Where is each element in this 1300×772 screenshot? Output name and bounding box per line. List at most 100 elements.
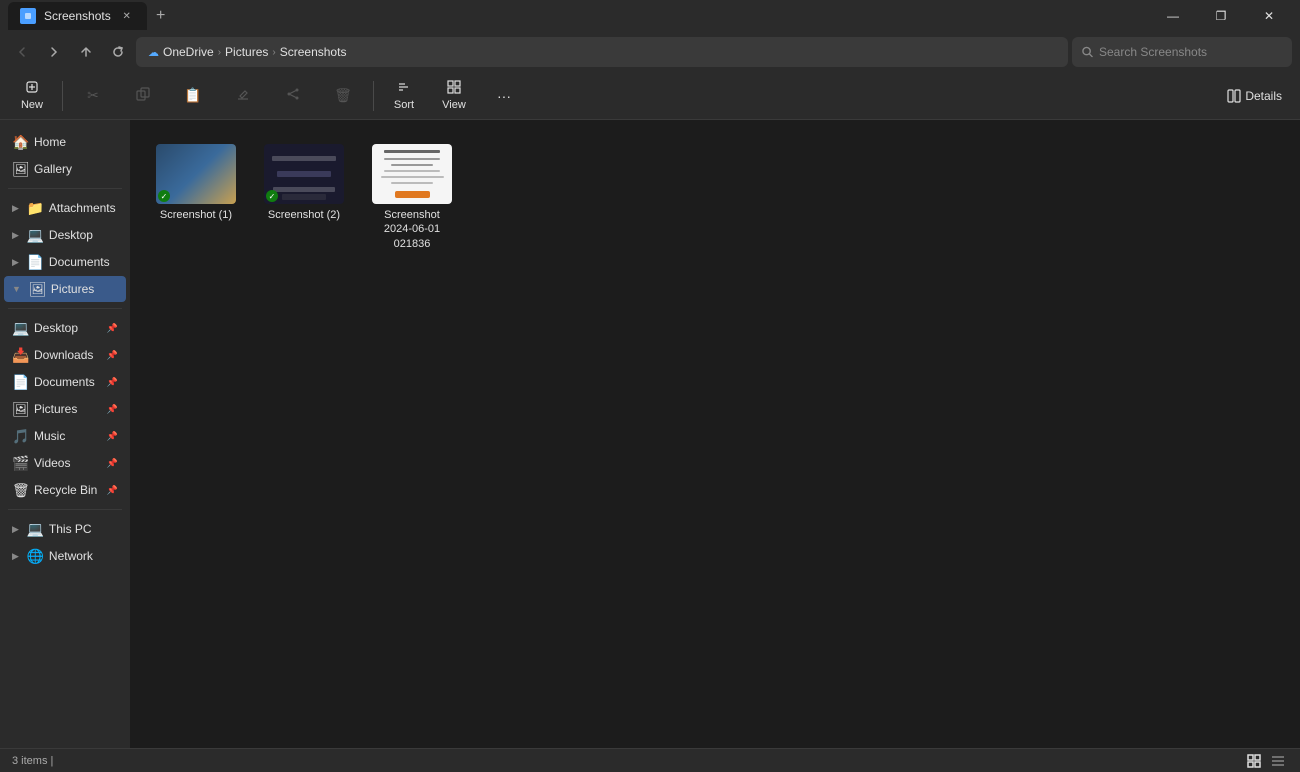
pin-icon: 📌: [107, 485, 118, 496]
desktop-icon: 💻: [12, 320, 28, 337]
copy-icon: [136, 87, 150, 104]
file-thumbnail-2: ✓: [264, 144, 344, 204]
file-item-screenshot1[interactable]: ✓ Screenshot (1): [146, 136, 246, 259]
active-tab[interactable]: Screenshots ✕: [8, 2, 147, 30]
sort-button[interactable]: Sort: [380, 76, 428, 116]
sidebar-label-recycle: Recycle Bin: [34, 483, 97, 497]
sidebar-item-attachments[interactable]: ▶ 📁 Attachments: [4, 195, 126, 221]
item-count-text: 3 items: [12, 755, 47, 767]
refresh-button[interactable]: [104, 38, 132, 66]
new-tab-button[interactable]: +: [147, 2, 175, 30]
sort-icon: [397, 80, 411, 97]
address-bar: ☁ OneDrive › Pictures › Screenshots: [0, 32, 1300, 72]
expand-icon: ▶: [12, 551, 19, 562]
sidebar-item-desktop[interactable]: 💻 Desktop 📌: [4, 315, 126, 341]
pictures-icon: 🖼: [12, 401, 28, 418]
maximize-button[interactable]: ❐: [1198, 0, 1244, 32]
desktop-fav-icon: 💻: [27, 227, 43, 244]
details-button[interactable]: Details: [1217, 78, 1292, 114]
pin-icon: 📌: [107, 404, 118, 415]
sort-label: Sort: [394, 99, 414, 111]
sidebar-item-videos[interactable]: 🎬 Videos 📌: [4, 450, 126, 476]
minimize-button[interactable]: —: [1150, 0, 1196, 32]
sidebar-label-documents-fav: Documents: [49, 255, 110, 269]
documents-fav-icon: 📄: [27, 254, 43, 271]
sidebar-label-desktop-fav: Desktop: [49, 228, 93, 242]
title-bar: Screenshots ✕ + — ❐ ✕: [0, 0, 1300, 32]
music-icon: 🎵: [12, 428, 28, 445]
expand-icon: ▼: [12, 284, 21, 294]
expand-icon: ▶: [12, 524, 19, 535]
search-icon: [1082, 46, 1093, 58]
up-button[interactable]: [72, 38, 100, 66]
tab-title: Screenshots: [44, 9, 111, 23]
sidebar-label-gallery: Gallery: [34, 162, 72, 176]
pin-icon: 📌: [107, 431, 118, 442]
tab-close-button[interactable]: ✕: [119, 8, 135, 24]
breadcrumb-sep2: ›: [272, 47, 275, 58]
search-bar[interactable]: [1072, 37, 1292, 67]
sidebar-divider2: [8, 308, 122, 309]
file-name-3: Screenshot 2024-06-01 021836: [384, 208, 440, 251]
delete-button[interactable]: 🗑: [319, 76, 367, 116]
more-icon: ···: [497, 88, 511, 104]
search-input[interactable]: [1099, 45, 1282, 59]
details-label: Details: [1245, 89, 1282, 103]
more-button[interactable]: ···: [480, 76, 528, 116]
sidebar-item-documents-fav[interactable]: ▶ 📄 Documents: [4, 249, 126, 275]
window-controls: — ❐ ✕: [1150, 0, 1292, 32]
details-icon: [1227, 89, 1241, 103]
separator2: [373, 81, 374, 111]
copy-button[interactable]: [119, 76, 167, 116]
cut-button[interactable]: ✂: [69, 76, 117, 116]
file-item-screenshot2[interactable]: ✓ Screenshot (2): [254, 136, 354, 259]
documents-icon: 📄: [12, 374, 28, 391]
file-area: ✓ Screenshot (1) ✓ Screenshot (2): [130, 120, 1300, 748]
breadcrumb-sep1: ›: [218, 47, 221, 58]
main-content: 🏠 Home 🖼 Gallery ▶ 📁 Attachments ▶ 💻 Des…: [0, 120, 1300, 748]
sidebar: 🏠 Home 🖼 Gallery ▶ 📁 Attachments ▶ 💻 Des…: [0, 120, 130, 748]
breadcrumb-screenshots[interactable]: Screenshots: [280, 45, 347, 59]
sidebar-label-pictures: Pictures: [34, 402, 77, 416]
sidebar-item-pictures[interactable]: 🖼 Pictures 📌: [4, 396, 126, 422]
breadcrumb-pictures[interactable]: Pictures: [225, 45, 268, 59]
sidebar-label-music: Music: [34, 429, 65, 443]
new-label: New: [21, 99, 43, 111]
back-button[interactable]: [8, 38, 36, 66]
sync-badge-2: ✓: [266, 190, 278, 202]
file-thumbnail-3: [372, 144, 452, 204]
downloads-icon: 📥: [12, 347, 28, 364]
item-count: 3 items |: [12, 755, 53, 767]
grid-view-button[interactable]: [1244, 751, 1264, 771]
sidebar-item-downloads[interactable]: 📥 Downloads 📌: [4, 342, 126, 368]
share-button[interactable]: [269, 76, 317, 116]
forward-button[interactable]: [40, 38, 68, 66]
list-view-button[interactable]: [1268, 751, 1288, 771]
pictures-fav-icon: 🖼: [29, 281, 45, 298]
sidebar-item-recycle[interactable]: 🗑 Recycle Bin 📌: [4, 477, 126, 503]
tab-icon: [20, 8, 36, 24]
sidebar-item-home[interactable]: 🏠 Home: [4, 129, 126, 155]
pin-icon: 📌: [107, 323, 118, 334]
sidebar-item-pictures-fav[interactable]: ▼ 🖼 Pictures: [4, 276, 126, 302]
sidebar-label-thispc: This PC: [49, 522, 92, 536]
rename-icon: [236, 87, 250, 104]
file-thumbnail-1: ✓: [156, 144, 236, 204]
paste-button[interactable]: 📋: [169, 76, 217, 116]
file-item-screenshot3[interactable]: Screenshot 2024-06-01 021836: [362, 136, 462, 259]
breadcrumb[interactable]: ☁ OneDrive › Pictures › Screenshots: [136, 37, 1068, 67]
sidebar-label-videos: Videos: [34, 456, 70, 470]
sidebar-item-gallery[interactable]: 🖼 Gallery: [4, 156, 126, 182]
sidebar-item-documents[interactable]: 📄 Documents 📌: [4, 369, 126, 395]
rename-button[interactable]: [219, 76, 267, 116]
thispc-icon: 💻: [27, 521, 43, 538]
sidebar-item-music[interactable]: 🎵 Music 📌: [4, 423, 126, 449]
sidebar-item-thispc[interactable]: ▶ 💻 This PC: [4, 516, 126, 542]
breadcrumb-onedrive[interactable]: OneDrive: [163, 45, 214, 59]
view-button[interactable]: View: [430, 76, 478, 116]
paste-icon: 📋: [184, 87, 201, 104]
sidebar-item-network[interactable]: ▶ 🌐 Network: [4, 543, 126, 569]
close-button[interactable]: ✕: [1246, 0, 1292, 32]
sidebar-item-desktop-fav[interactable]: ▶ 💻 Desktop: [4, 222, 126, 248]
new-button[interactable]: New: [8, 76, 56, 116]
